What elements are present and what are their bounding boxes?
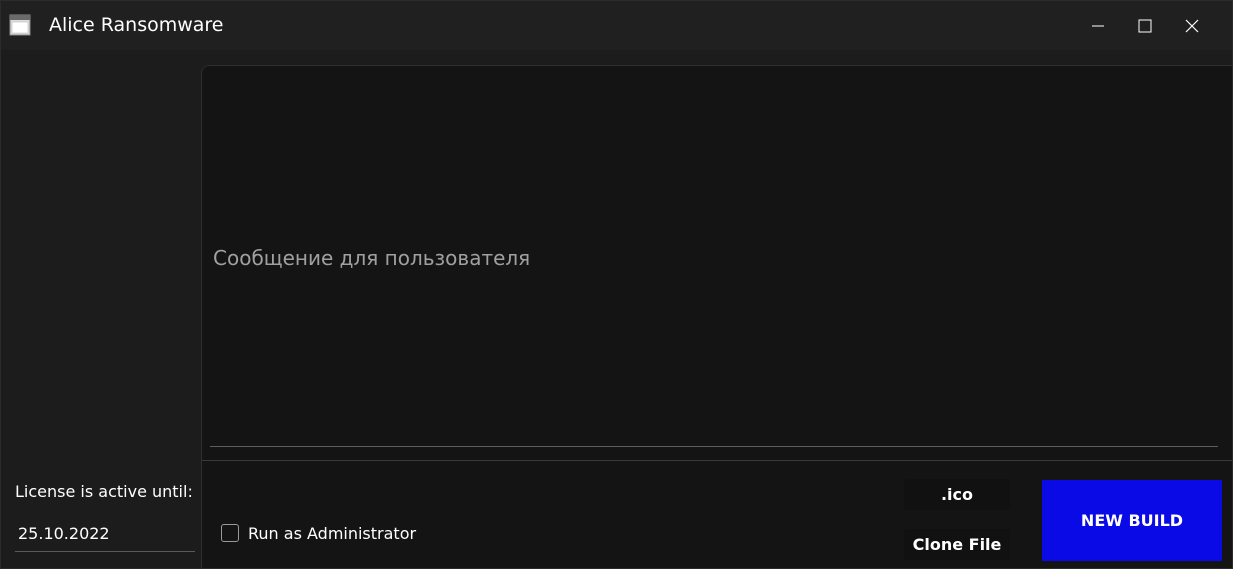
license-date-field: 25.10.2022 (15, 520, 195, 552)
app-window: Alice Ransomware License is active until… (0, 0, 1233, 569)
message-textbox[interactable]: Сообщение для пользователя (210, 66, 1218, 447)
run-as-admin-checkbox[interactable]: Run as Administrator (221, 521, 416, 545)
window-title: Alice Ransomware (49, 14, 224, 36)
divider (202, 460, 1232, 461)
license-label: License is active until: (15, 482, 193, 501)
sidebar: License is active until: 25.10.2022 (1, 50, 201, 568)
close-icon (1185, 19, 1199, 33)
app-window-icon (9, 14, 31, 36)
close-button[interactable] (1169, 1, 1215, 50)
clone-file-button[interactable]: Clone File (904, 529, 1010, 560)
checkbox-icon[interactable] (221, 524, 239, 542)
main-panel: Сообщение для пользователя Run as Admini… (201, 65, 1232, 568)
maximize-icon (1138, 19, 1152, 33)
minimize-icon (1091, 19, 1105, 33)
minimize-button[interactable] (1075, 1, 1121, 50)
run-as-admin-label: Run as Administrator (248, 523, 417, 543)
ico-button[interactable]: .ico (904, 479, 1010, 510)
maximize-button[interactable] (1122, 1, 1168, 50)
title-bar[interactable]: Alice Ransomware (1, 1, 1232, 50)
new-build-button[interactable]: NEW BUILD (1042, 480, 1222, 561)
message-placeholder: Сообщение для пользователя (213, 246, 531, 270)
